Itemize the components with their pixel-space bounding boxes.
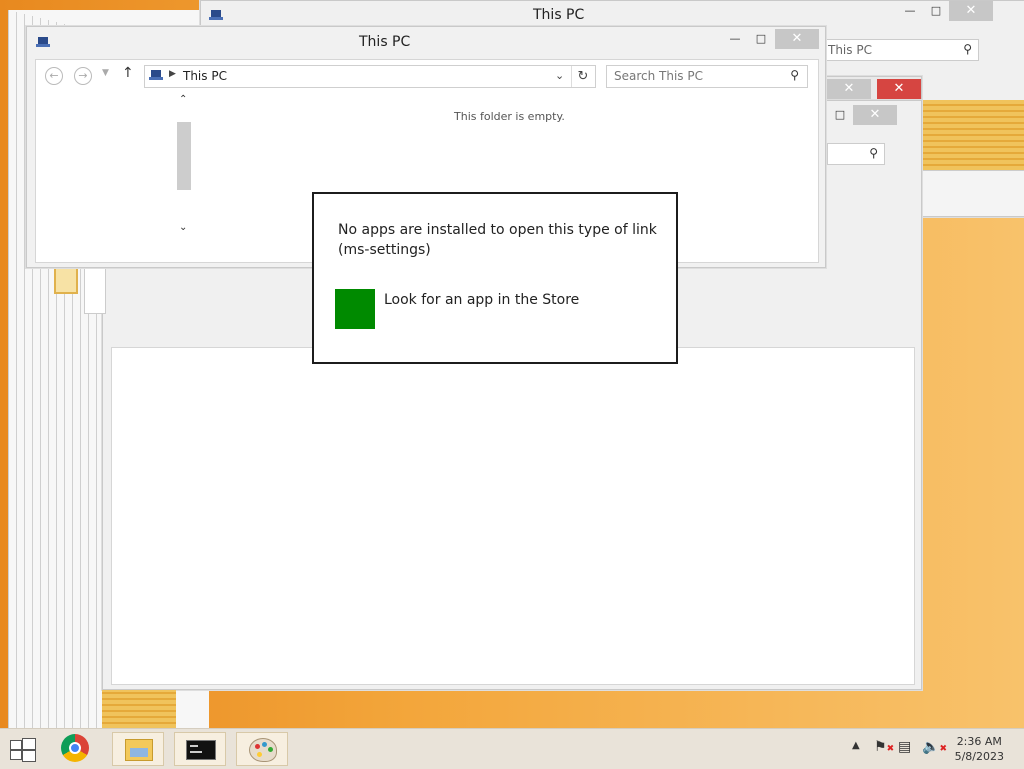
search-icon: ⚲ <box>790 68 799 82</box>
paint-palette-icon <box>249 738 277 762</box>
windows-logo-icon <box>8 737 36 762</box>
taskbar: ▲ ⚑✖ ▤ 🔈✖ 2:36 AM 5/8/2023 <box>0 728 1024 769</box>
close-button[interactable]: ✕ <box>775 29 819 49</box>
no-app-dialog: No apps are installed to open this type … <box>312 192 678 364</box>
minimize-button[interactable]: — <box>897 1 923 21</box>
maximize-button[interactable]: □ <box>748 29 774 49</box>
close-button[interactable]: ✕ <box>827 79 871 99</box>
forward-arrow-icon[interactable]: → <box>74 67 92 85</box>
middle-window[interactable]: ✕ ✕ <box>822 76 922 102</box>
clock-date: 5/8/2023 <box>954 750 1004 763</box>
store-tile-icon[interactable] <box>335 289 375 329</box>
chrome-icon <box>61 734 89 762</box>
search-icon: ⚲ <box>963 42 972 56</box>
empty-folder-message: This folder is empty. <box>454 110 565 123</box>
blank-window-content <box>111 347 915 685</box>
close-button[interactable]: ✕ <box>949 1 993 21</box>
search-placeholder: Search This PC <box>614 69 703 83</box>
search-box[interactable]: Search This PC ⚲ <box>606 65 808 88</box>
maximize-button[interactable]: □ <box>827 105 853 125</box>
stacked-folder-windows <box>920 100 1024 170</box>
breadcrumb-chevron-icon: ▶ <box>169 69 176 79</box>
back-window-title: This PC <box>533 7 585 23</box>
taskbar-file-explorer-button[interactable] <box>112 732 164 766</box>
window-title: This PC <box>359 34 411 50</box>
scroll-down-chevron-icon[interactable]: ⌄ <box>179 222 187 233</box>
scroll-up-chevron-icon[interactable]: ⌃ <box>179 94 187 105</box>
system-clock[interactable]: 2:36 AM 5/8/2023 <box>955 734 1004 764</box>
close-button[interactable]: ✕ <box>853 105 897 125</box>
dialog-message: No apps are installed to open this type … <box>338 222 657 258</box>
minimize-button[interactable]: — <box>722 29 748 49</box>
blank-window-search-box[interactable]: ⚲ <box>827 143 885 165</box>
computer-icon <box>36 37 50 48</box>
recent-locations-chevron-icon[interactable]: ▼ <box>102 68 109 78</box>
address-bar[interactable]: ▶ This PC ⌄ ↻ <box>144 65 596 88</box>
maximize-button[interactable]: □ <box>923 1 949 21</box>
command-prompt-icon <box>186 740 216 760</box>
search-icon: ⚲ <box>869 146 878 160</box>
computer-icon <box>209 10 223 21</box>
back-arrow-icon[interactable]: ← <box>45 67 63 85</box>
address-dropdown-chevron-icon[interactable]: ⌄ <box>555 69 564 82</box>
clock-time: 2:36 AM <box>956 735 1002 748</box>
stacked-window-edge <box>84 262 106 314</box>
stacked-folder-windows <box>102 690 176 728</box>
show-hidden-icons-chevron-icon[interactable]: ▲ <box>852 740 860 751</box>
back-search-placeholder: This PC <box>828 43 872 57</box>
stacked-window-edge <box>920 170 1024 216</box>
computer-icon <box>149 70 163 81</box>
taskbar-chrome-button[interactable] <box>50 732 102 766</box>
taskbar-paint-button[interactable] <box>236 732 288 766</box>
taskbar-command-prompt-button[interactable] <box>174 732 226 766</box>
volume-muted-icon[interactable]: 🔈✖ <box>922 739 947 755</box>
up-arrow-icon[interactable]: ↑ <box>122 65 134 81</box>
store-link[interactable]: Look for an app in the Store <box>384 292 579 308</box>
back-search-box[interactable]: This PC ⚲ <box>825 39 979 61</box>
start-button[interactable] <box>8 737 38 762</box>
refresh-icon[interactable]: ↻ <box>571 66 594 87</box>
network-icon[interactable]: ▤ <box>898 739 911 755</box>
navigation-pane-scrollbar[interactable]: ⌃ ⌄ <box>176 94 192 240</box>
address-text: This PC <box>183 69 227 83</box>
action-center-flag-icon[interactable]: ⚑✖ <box>874 739 894 755</box>
close-button-active[interactable]: ✕ <box>877 79 921 99</box>
scrollbar-thumb[interactable] <box>177 122 191 190</box>
folder-icon <box>125 739 153 761</box>
